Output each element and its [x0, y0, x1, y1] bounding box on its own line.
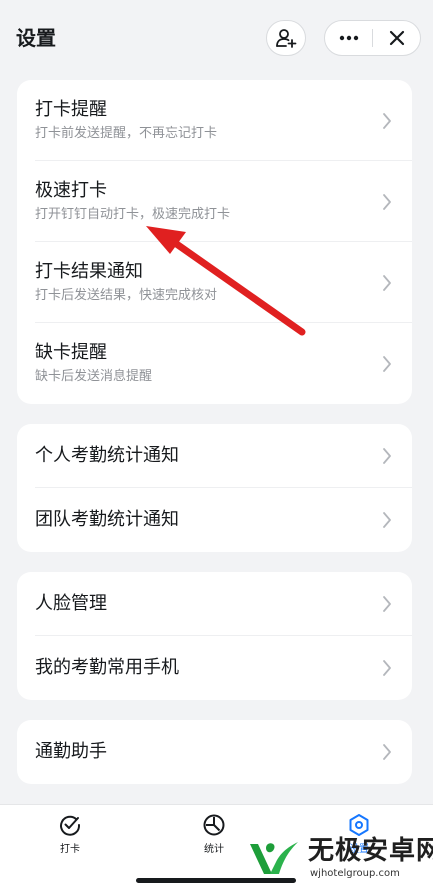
- chevron-right-icon: [383, 113, 391, 129]
- settings-row-common-phone[interactable]: 我的考勤常用手机: [17, 636, 412, 700]
- row-subtitle: 打卡后发送结果，快速完成核对: [35, 288, 218, 303]
- settings-row-checkin-result-notice[interactable]: 打卡结果通知 打卡后发送结果，快速完成核对: [17, 242, 412, 323]
- row-title: 打卡结果通知: [35, 261, 143, 282]
- row-title: 我的考勤常用手机: [35, 657, 179, 678]
- more-dots-icon: [339, 35, 358, 41]
- attendance-stats-card: 个人考勤统计通知 团队考勤统计通知: [17, 424, 412, 552]
- stats-icon: [203, 814, 225, 836]
- reminder-settings-card: 打卡提醒 打卡前发送提醒，不再忘记打卡 极速打卡 打开钉钉自动打卡，极速完成打卡…: [17, 80, 412, 404]
- row-title: 缺卡提醒: [35, 342, 107, 363]
- row-subtitle: 打开钉钉自动打卡，极速完成打卡: [35, 207, 231, 222]
- chevron-right-icon: [383, 356, 391, 372]
- chevron-right-icon: [383, 596, 391, 612]
- watermark-logo: [250, 842, 298, 874]
- header-bar: 设置: [0, 0, 433, 70]
- settings-row-checkin-reminder[interactable]: 打卡提醒 打卡前发送提醒，不再忘记打卡: [17, 80, 412, 161]
- chevron-right-icon: [383, 275, 391, 291]
- chevron-right-icon: [383, 660, 391, 676]
- chevron-right-icon: [383, 744, 391, 760]
- add-user-icon: [276, 29, 297, 48]
- close-icon: [389, 30, 404, 46]
- tab-label: 统计: [204, 844, 224, 855]
- site-watermark: 无极安卓网 wjhotelgroup.com: [246, 834, 433, 884]
- home-indicator: [136, 878, 296, 883]
- row-title: 个人考勤统计通知: [35, 445, 179, 466]
- commute-card: 通勤助手: [17, 720, 412, 784]
- row-title: 极速打卡: [35, 180, 107, 201]
- row-title: 通勤助手: [35, 741, 107, 762]
- settings-row-commute-assistant[interactable]: 通勤助手: [17, 720, 412, 784]
- device-settings-card: 人脸管理 我的考勤常用手机: [17, 572, 412, 700]
- add-member-button[interactable]: [266, 20, 306, 56]
- settings-row-face-management[interactable]: 人脸管理: [17, 572, 412, 636]
- mini-app-capsule: [324, 20, 421, 56]
- row-title: 团队考勤统计通知: [35, 509, 179, 530]
- close-button[interactable]: [373, 21, 420, 55]
- row-title: 打卡提醒: [35, 99, 107, 120]
- settings-row-team-stats-notice[interactable]: 团队考勤统计通知: [17, 488, 412, 552]
- row-title: 人脸管理: [35, 593, 107, 614]
- page-title: 设置: [16, 26, 56, 50]
- tab-checkin[interactable]: 打卡: [40, 813, 100, 863]
- settings-row-missed-checkin-reminder[interactable]: 缺卡提醒 缺卡后发送消息提醒: [17, 323, 412, 404]
- watermark-url: wjhotelgroup.com: [310, 868, 400, 879]
- tab-stats[interactable]: 统计: [184, 813, 244, 863]
- tab-label: 打卡: [60, 844, 80, 855]
- checkin-icon: [60, 815, 81, 836]
- chevron-right-icon: [383, 194, 391, 210]
- row-subtitle: 缺卡后发送消息提醒: [35, 369, 153, 384]
- settings-row-quick-checkin[interactable]: 极速打卡 打开钉钉自动打卡，极速完成打卡: [17, 161, 412, 242]
- more-button[interactable]: [325, 21, 372, 55]
- settings-row-personal-stats-notice[interactable]: 个人考勤统计通知: [17, 424, 412, 488]
- watermark-title: 无极安卓网: [308, 836, 433, 866]
- row-subtitle: 打卡前发送提醒，不再忘记打卡: [35, 126, 218, 141]
- chevron-right-icon: [383, 512, 391, 528]
- chevron-right-icon: [383, 448, 391, 464]
